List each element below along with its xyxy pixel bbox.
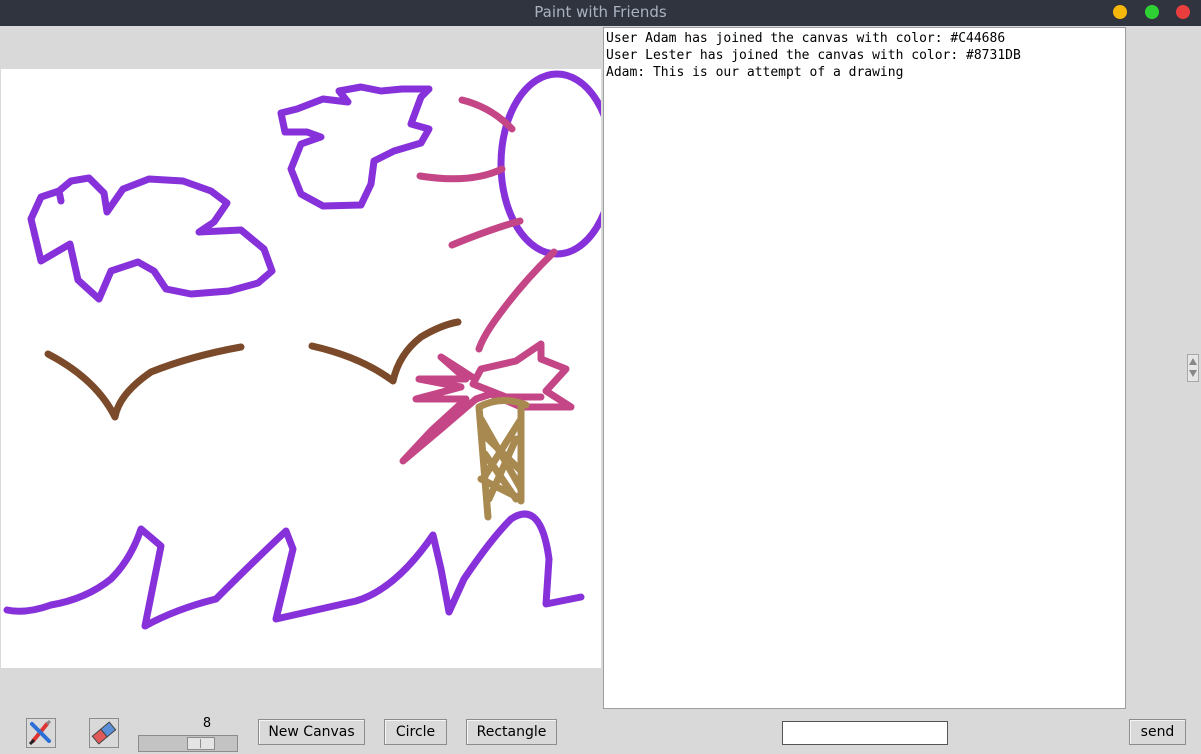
cloud-stroke-left: [27, 174, 276, 303]
bird-right: [308, 318, 462, 385]
send-button[interactable]: send: [1129, 719, 1186, 745]
slider-handle[interactable]: [187, 737, 215, 750]
title-bar: Paint with Friends: [0, 0, 1201, 26]
scroll-up-icon[interactable]: [1189, 358, 1197, 365]
eraser-icon: [91, 721, 117, 745]
minimize-button[interactable]: [1113, 5, 1127, 19]
close-button[interactable]: [1176, 5, 1190, 19]
brush-tool-button[interactable]: [26, 718, 56, 748]
chat-log: User Adam has joined the canvas with col…: [603, 27, 1126, 709]
window-title: Paint with Friends: [534, 3, 667, 21]
drawing-canvas[interactable]: [1, 69, 601, 668]
stem-stroke: [475, 248, 558, 353]
chat-message: User Adam has joined the canvas with col…: [606, 31, 1006, 46]
chat-input[interactable]: [782, 721, 948, 745]
brush-size-value: 8: [202, 716, 212, 731]
new-canvas-button[interactable]: New Canvas: [258, 719, 365, 745]
chat-message: User Lester has joined the canvas with c…: [606, 48, 1021, 63]
sun-ray-3: [448, 217, 524, 249]
sun-ray-1: [458, 96, 516, 133]
cloud-stroke-right: [277, 83, 433, 210]
bird-left: [44, 343, 245, 421]
paintbrush-icon: [28, 719, 52, 746]
maximize-button[interactable]: [1145, 5, 1159, 19]
chat-message: Adam: This is our attempt of a drawing: [606, 65, 904, 80]
cone-stroke: [475, 397, 530, 521]
eraser-tool-button[interactable]: [89, 718, 119, 748]
rectangle-button[interactable]: Rectangle: [466, 719, 557, 745]
scroll-down-icon[interactable]: [1189, 370, 1197, 377]
sun-circle: [497, 70, 601, 258]
brush-size-slider[interactable]: [138, 735, 238, 752]
chat-scrollbar[interactable]: [1187, 354, 1199, 382]
sun-ray-2: [416, 165, 506, 183]
circle-button[interactable]: Circle: [384, 719, 447, 745]
wave-stroke: [3, 510, 585, 630]
